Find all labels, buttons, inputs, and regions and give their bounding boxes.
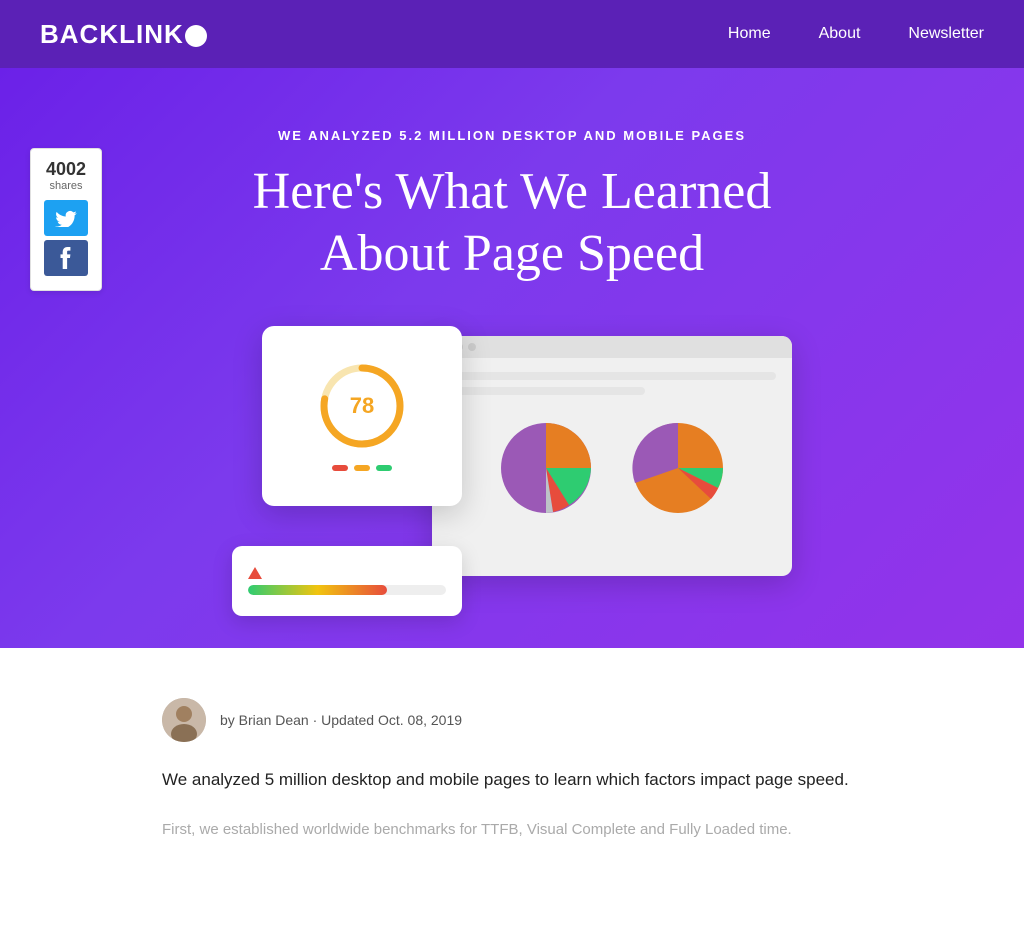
pie-chart-1: [491, 413, 601, 523]
article-content: by Brian Dean · Updated Oct. 08, 2019 We…: [142, 648, 882, 882]
browser-header: [432, 336, 792, 358]
logo-circle: [185, 25, 207, 47]
speed-ring: 78: [317, 361, 407, 451]
browser-panel: [432, 336, 792, 576]
warning-triangle-icon: [248, 567, 262, 579]
nav-home[interactable]: Home: [728, 25, 771, 42]
twitter-share-button[interactable]: [44, 200, 88, 236]
speed-score-card: 78: [262, 326, 462, 506]
content-line-2: [448, 387, 645, 395]
avatar-svg: [162, 698, 206, 742]
browser-body: [432, 358, 792, 537]
indicator-red: [332, 465, 348, 471]
author-avatar: [162, 698, 206, 742]
author-meta: by Brian Dean · Updated Oct. 08, 2019: [220, 712, 462, 728]
facebook-share-button[interactable]: [44, 240, 88, 276]
navbar: BACKLINK Home About Newsletter: [0, 0, 1024, 68]
share-box: 4002 shares: [30, 148, 102, 291]
share-label: shares: [39, 180, 93, 192]
window-dot-3: [468, 343, 476, 351]
hero-subtitle: WE ANALYZED 5.2 MILLION DESKTOP AND MOBI…: [0, 128, 1024, 143]
nav-about[interactable]: About: [819, 25, 861, 42]
intro-paragraph: We analyzed 5 million desktop and mobile…: [162, 766, 862, 795]
pie-charts-row: [448, 413, 776, 523]
progress-bar-card: [232, 546, 462, 616]
progress-bar-fill: [248, 585, 387, 595]
share-count: 4002: [39, 159, 93, 180]
progress-bar-track: [248, 585, 446, 595]
progress-label-row: [248, 567, 446, 579]
nav-newsletter[interactable]: Newsletter: [908, 25, 984, 42]
site-logo[interactable]: BACKLINK: [40, 19, 207, 50]
nav-menu: Home About Newsletter: [728, 25, 984, 43]
hero-title: Here's What We Learned About Page Speed: [202, 161, 822, 286]
indicator-green: [376, 465, 392, 471]
dashboard-illustration: 78: [232, 326, 792, 616]
pie-chart-2: [623, 413, 733, 523]
author-row: by Brian Dean · Updated Oct. 08, 2019: [162, 698, 862, 742]
content-line-1: [448, 372, 776, 380]
faded-paragraph: First, we established worldwide benchmar…: [162, 817, 862, 843]
indicator-orange: [354, 465, 370, 471]
hero-section: 4002 shares WE ANALYZED 5.2 MILLION DESK…: [0, 68, 1024, 648]
speed-number: 78: [350, 393, 374, 419]
indicator-row: [332, 465, 392, 471]
